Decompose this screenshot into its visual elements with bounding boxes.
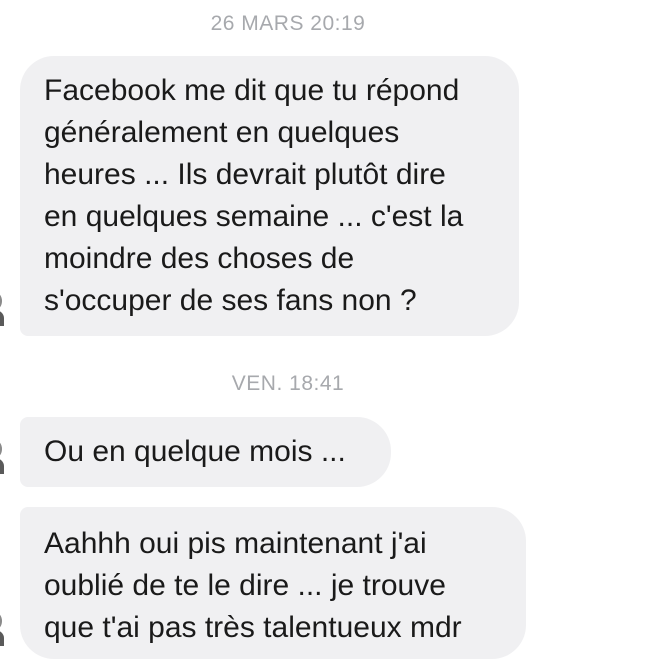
avatar-body-shape <box>0 458 4 474</box>
sender-avatar[interactable] <box>0 440 8 474</box>
message-text-line: oublié de te le dire ... je trouve <box>44 569 446 602</box>
sender-avatar[interactable] <box>0 292 8 326</box>
message-text-line: Aahhh oui pis maintenant j'ai <box>44 527 427 560</box>
avatar-head-shape <box>0 612 2 630</box>
timestamp-divider: 26 MARS 20:19 <box>210 12 366 35</box>
avatar-body-shape <box>0 630 4 646</box>
message-text-line: généralement en quelques <box>44 116 400 149</box>
message-bubble[interactable]: Ou en quelque mois ... <box>20 417 391 487</box>
message-text-line: s'occuper de ses fans non ? <box>44 284 417 317</box>
message-bubble[interactable]: Aahhh oui pis maintenant j'ai oublié de … <box>20 507 526 659</box>
message-text-line: moindre des choses de <box>44 242 355 275</box>
sender-avatar[interactable] <box>0 612 8 646</box>
message-text-line: heures ... Ils devrait plutôt dire <box>44 158 446 191</box>
timestamp-divider: VEN. 18:41 <box>231 372 345 395</box>
avatar-head-shape <box>0 292 2 310</box>
message-text-line: Facebook me dit que tu répond <box>44 74 460 107</box>
avatar-body-shape <box>0 310 4 326</box>
avatar-head-shape <box>0 440 2 458</box>
message-text-line: en quelques semaine ... c'est la <box>44 200 464 233</box>
message-text-line: Ou en quelque mois ... <box>44 435 346 468</box>
message-bubble[interactable]: Facebook me dit que tu répond généraleme… <box>20 56 519 336</box>
message-text-line: que t'ai pas très talentueux mdr <box>44 611 462 644</box>
